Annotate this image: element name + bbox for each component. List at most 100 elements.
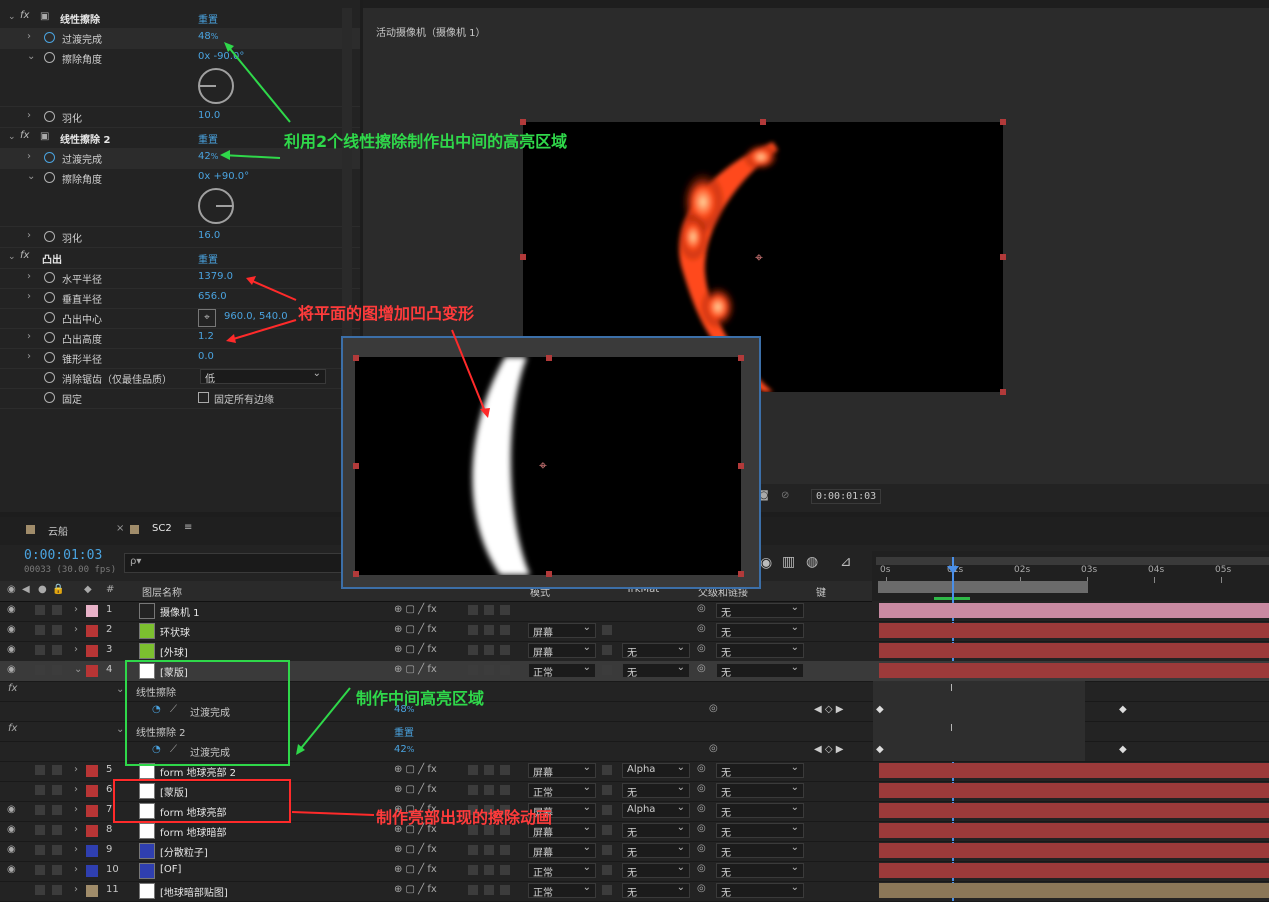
switch-box[interactable] [500,645,510,655]
trkmat-dropdown[interactable]: Alpha [622,802,690,818]
layer-duration-bar[interactable] [879,803,1269,818]
playhead-handle-icon[interactable] [947,566,959,574]
solo-toggle[interactable] [35,785,45,795]
visibility-eye-icon[interactable]: ◉ [7,644,16,655]
label-color-swatch[interactable] [86,765,98,777]
switch-box[interactable] [484,605,494,615]
switch-box[interactable] [500,625,510,635]
switch-box[interactable] [500,885,510,895]
preserve-transparency[interactable] [602,765,612,775]
prop-value[interactable]: 1.2 [198,331,214,342]
expand-chevron-icon[interactable]: › [74,784,78,795]
layer-duration-bar[interactable] [879,783,1269,798]
switch-box[interactable] [500,605,510,615]
reset-link[interactable]: 重置 [198,11,218,26]
fx-icon[interactable]: fx [20,10,29,21]
lock-switch-icon[interactable]: 🔒 [52,584,64,595]
layer-search-input[interactable]: ρ▾ [124,553,342,573]
switches-icons[interactable]: ⊕ ▢ ╱ fx [394,644,437,655]
layer-duration-bar[interactable] [879,823,1269,838]
angle-dial[interactable] [198,68,234,104]
layer-duration-bar[interactable] [879,623,1269,638]
crosshair-point-icon[interactable]: ⌖ [198,309,216,327]
blend-mode-dropdown[interactable]: 正常 [528,882,596,899]
preserve-transparency[interactable] [602,805,612,815]
expand-chevron-icon[interactable]: › [74,864,78,875]
frame-handle[interactable] [1000,389,1006,395]
label-color-swatch[interactable] [86,785,98,797]
parent-dropdown[interactable]: 无 [716,762,804,779]
blend-mode-dropdown[interactable]: 正常 [528,862,596,879]
layer-name[interactable]: [分散粒子] [160,844,208,859]
parent-dropdown[interactable]: 无 [716,822,804,839]
prop-value[interactable]: 960.0, 540.0 [224,311,288,322]
expand-chevron-icon[interactable]: › [27,110,31,121]
viewer-timecode[interactable]: 0:00:01:03 [811,489,882,504]
layer-name[interactable]: [OF] [160,864,181,875]
stopwatch-icon[interactable] [44,352,55,363]
keyframe-diamond-icon[interactable]: ◆ [1119,704,1127,715]
frame-blending-icon[interactable]: ▥ [782,554,795,570]
layer-duration-bar[interactable] [879,763,1269,778]
switch-box[interactable] [484,885,494,895]
collapse-chevron-icon[interactable]: ⌄ [8,12,16,22]
trkmat-dropdown[interactable]: 无 [622,822,690,839]
close-tab-icon[interactable]: × [116,523,124,534]
expand-chevron-icon[interactable]: › [27,351,31,362]
switch-box[interactable] [468,885,478,895]
parent-dropdown[interactable]: 无 [716,862,804,879]
fx-icon[interactable]: fx [20,130,29,141]
switches-icons[interactable]: ⊕ ▢ ╱ fx [394,604,437,615]
video-switch-icon[interactable]: ◉ [7,584,16,595]
pick-whip-icon[interactable]: ◎ [697,643,706,654]
prop-value[interactable]: 1379.0 [198,271,233,282]
switch-box[interactable] [468,625,478,635]
prop-value[interactable]: 0x +90.0° [198,171,249,182]
current-time-display[interactable]: 0:00:01:03 [24,548,102,563]
layer-name[interactable]: [蒙版] [160,784,188,799]
preserve-transparency[interactable] [602,885,612,895]
visibility-eye-icon[interactable]: ◉ [7,664,16,675]
preserve-transparency[interactable] [602,845,612,855]
expand-chevron-icon[interactable]: › [74,644,78,655]
stopwatch-icon[interactable] [44,312,55,323]
label-color-swatch[interactable] [86,605,98,617]
frame-handle[interactable] [520,119,526,125]
prop-value[interactable]: 0.0 [198,351,214,362]
keyframe-diamond-icon[interactable]: ◆ [876,704,884,715]
stopwatch-icon[interactable] [44,32,55,43]
shy-layers-icon[interactable]: ◉ [760,555,772,571]
frame-handle[interactable] [1000,254,1006,260]
switch-box[interactable] [484,765,494,775]
layer-row[interactable]: › 6 [蒙版] ⊕ ▢ ╱ fx 正常 无 ◎ 无 [0,781,1269,802]
keyframe-navigator[interactable]: ◀ ◇ ▶ [814,704,843,715]
switch-box[interactable] [468,785,478,795]
expand-chevron-icon[interactable]: › [74,764,78,775]
property-value[interactable]: 42% [394,744,414,755]
solo-toggle[interactable] [35,805,45,815]
layer-name[interactable]: [蒙版] [160,664,188,679]
pick-whip-icon[interactable]: ◎ [697,623,706,634]
trkmat-dropdown[interactable]: Alpha [622,762,690,778]
switches-icons[interactable]: ⊕ ▢ ╱ fx [394,624,437,635]
pick-whip-icon[interactable]: ◎ [709,703,718,714]
pick-whip-icon[interactable]: ◎ [697,803,706,814]
expand-chevron-icon[interactable]: › [27,31,31,42]
blend-mode-dropdown[interactable]: 正常 [528,782,596,799]
switches-icons[interactable]: ⊕ ▢ ╱ fx [394,844,437,855]
layer-row[interactable]: ◉›8form 地球暗部⊕ ▢ ╱ fx屏幕无◎无 [0,821,1269,842]
solo-toggle[interactable] [35,665,45,675]
solo-toggle[interactable] [35,885,45,895]
effect-group-row[interactable]: fx ⌄ 线性擦除 I [0,681,1269,702]
parent-dropdown[interactable]: 无 [716,882,804,899]
tab-sc2[interactable]: SC2 [152,523,172,534]
parent-dropdown[interactable]: 无 [716,842,804,859]
fx-icon[interactable]: fx [8,723,17,734]
stopwatch-icon[interactable]: ◔ [152,704,161,715]
lock-toggle[interactable] [52,785,62,795]
lock-toggle[interactable] [52,645,62,655]
frame-handle[interactable] [1000,119,1006,125]
layer-row[interactable]: › 11 [地球暗部贴图] ⊕ ▢ ╱ fx 正常 无 ◎ 无 [0,881,1269,902]
antialias-dropdown[interactable]: 低 [200,368,326,385]
label-color-swatch[interactable] [86,625,98,637]
